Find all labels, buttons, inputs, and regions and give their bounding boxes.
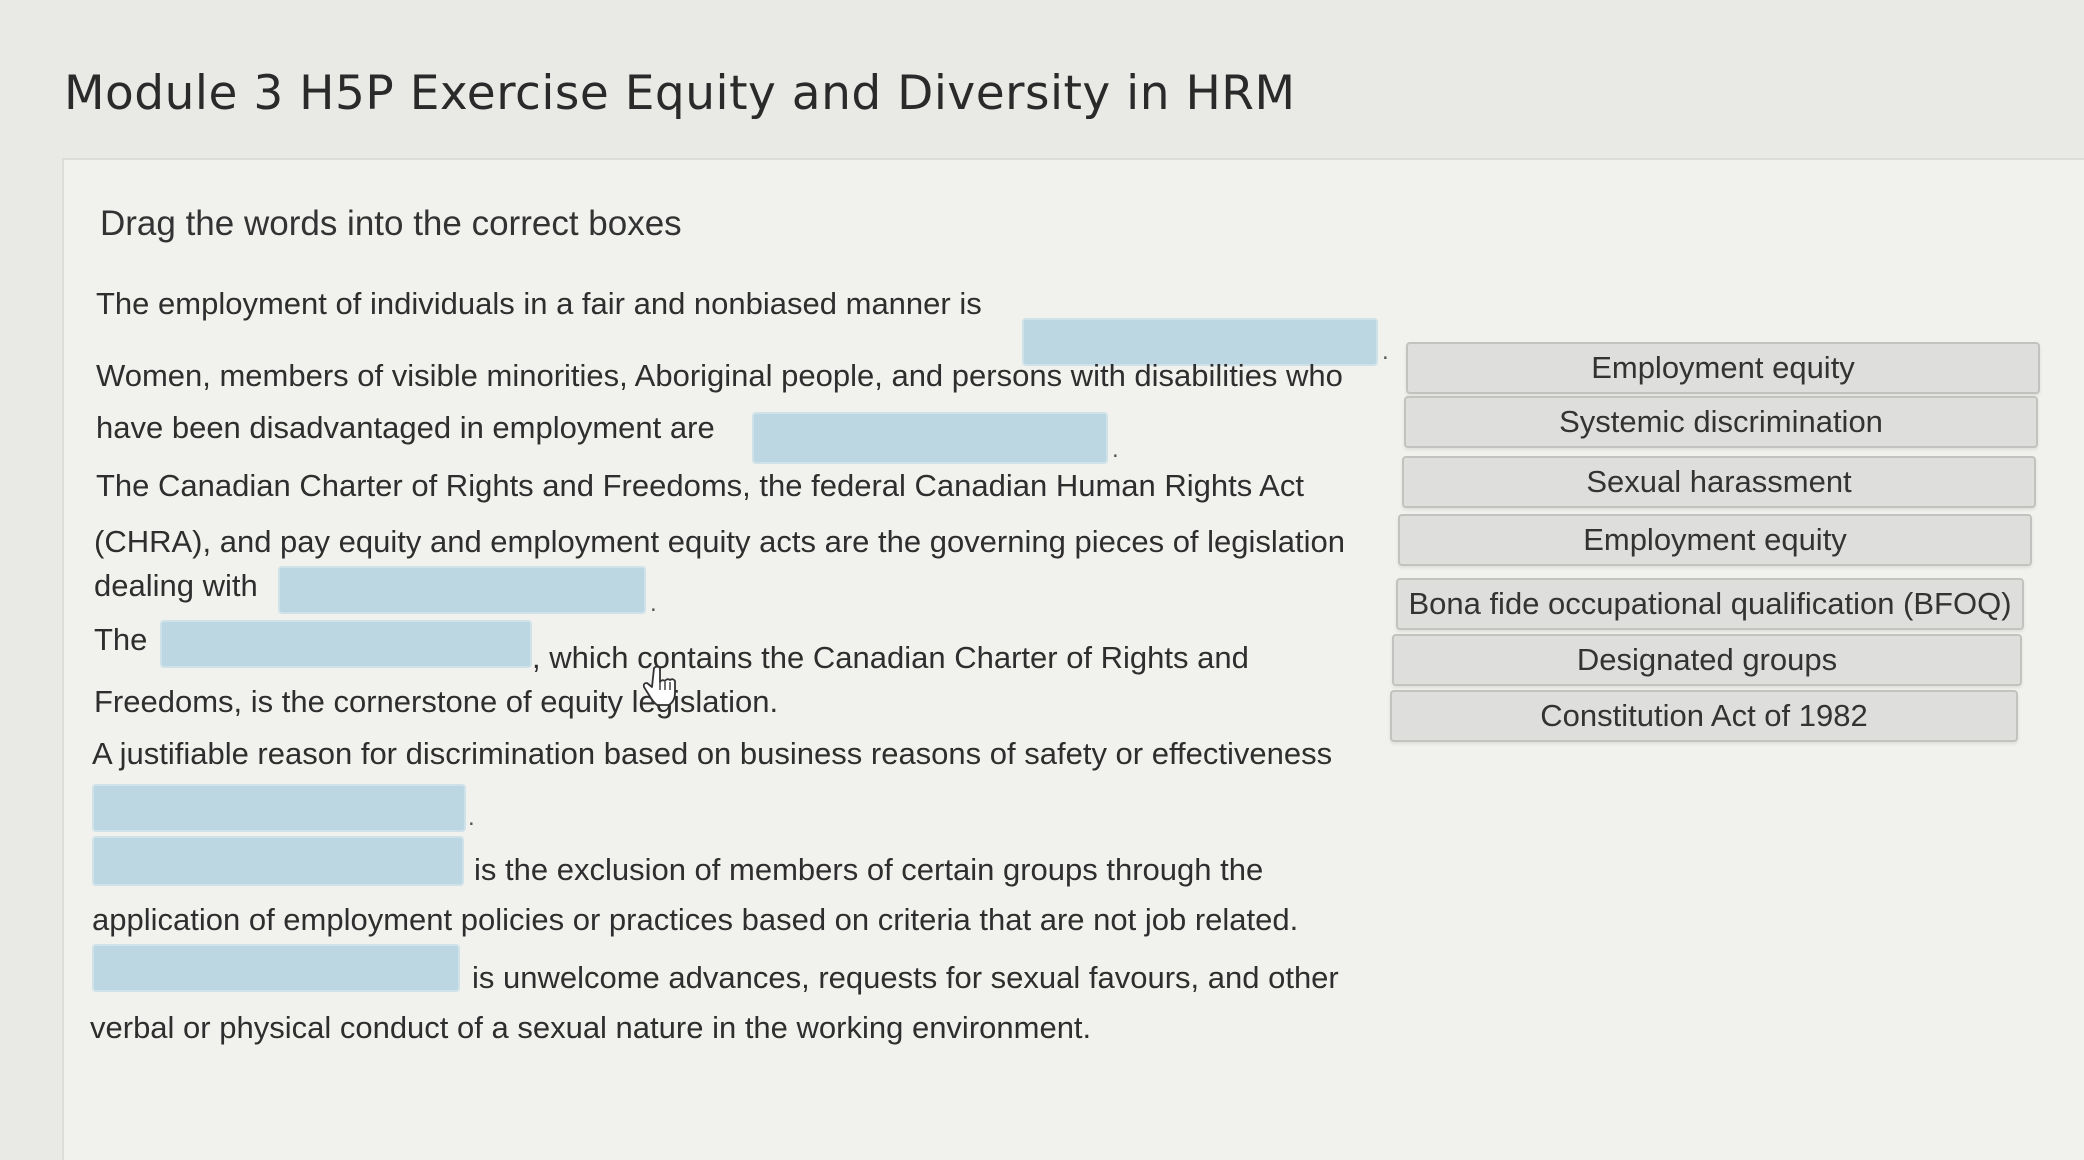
dropzone-4[interactable]: [160, 620, 532, 668]
page-title: Module 3 H5P Exercise Equity and Diversi…: [64, 66, 1296, 121]
dropzone-7[interactable]: [92, 944, 460, 992]
sentence-7-text-line2: verbal or physical conduct of a sexual n…: [90, 1010, 1092, 1045]
sentence-3-text-line3: dealing with: [94, 568, 258, 603]
sentence-4-text-start: The: [94, 622, 148, 657]
hand-cursor-icon: [642, 665, 676, 706]
dropzone-3[interactable]: [278, 566, 646, 614]
sentence-6-text-line1: is the exclusion of members of certain g…: [474, 852, 1264, 887]
dropzone-2-period: .: [1112, 436, 1119, 463]
dropzone-5[interactable]: [92, 784, 466, 832]
instructions: Drag the words into the correct boxes: [100, 204, 682, 243]
draggable-sexual-harassment[interactable]: Sexual harassment: [1402, 456, 2036, 508]
dropzone-1-period: .: [1382, 338, 1389, 365]
sentence-3-text-line1: The Canadian Charter of Rights and Freed…: [96, 468, 1304, 503]
sentence-2-text-line2: have been disadvantaged in employment ar…: [96, 410, 715, 445]
dropzone-3-period: .: [650, 590, 657, 617]
sentence-5-text: A justifiable reason for discrimination …: [92, 736, 1333, 771]
draggable-designated-groups[interactable]: Designated groups: [1392, 634, 2022, 686]
draggable-employment-equity-2[interactable]: Employment equity: [1398, 514, 2032, 566]
draggable-bfoq[interactable]: Bona fide occupational qualification (BF…: [1396, 578, 2024, 630]
dropzone-6[interactable]: [92, 836, 464, 886]
sentence-3-text-line2: (CHRA), and pay equity and employment eq…: [94, 524, 1346, 559]
draggable-employment-equity-1[interactable]: Employment equity: [1406, 342, 2040, 394]
dropzone-5-period: .: [468, 804, 475, 831]
sentence-1-text: The employment of individuals in a fair …: [96, 286, 982, 321]
dropzone-2[interactable]: [752, 412, 1108, 464]
sentence-2-text-line1: Women, members of visible minorities, Ab…: [96, 358, 1343, 393]
sentence-6-text-line2: application of employment policies or pr…: [92, 902, 1299, 937]
draggable-constitution-act-1982[interactable]: Constitution Act of 1982: [1390, 690, 2018, 742]
draggable-systemic-discrimination[interactable]: Systemic discrimination: [1404, 396, 2038, 448]
sentence-7-text-line1: is unwelcome advances, requests for sexu…: [472, 960, 1339, 995]
